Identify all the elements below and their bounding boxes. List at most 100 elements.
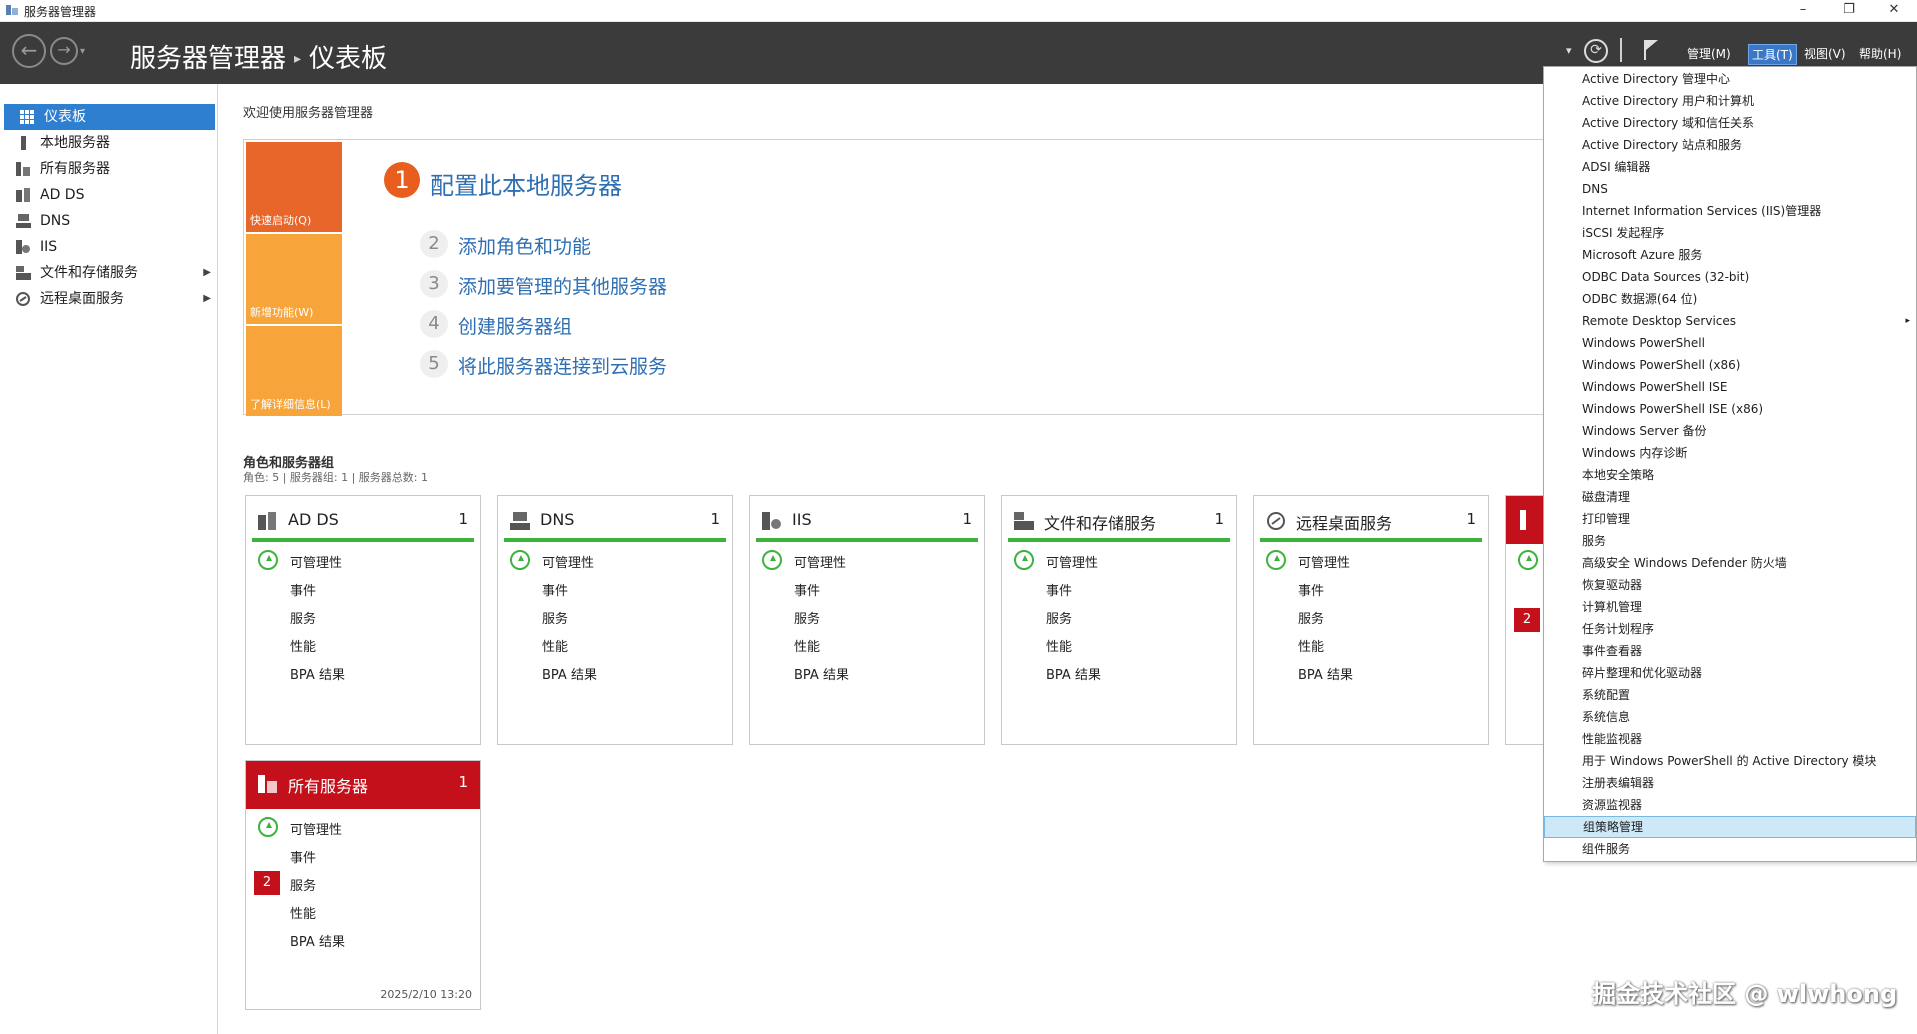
tile-row-services[interactable]: 服务 <box>542 608 568 627</box>
menu-item-system-configuration[interactable]: 系统配置 <box>1544 684 1916 706</box>
sidebar-item-all-servers[interactable]: 所有服务器 <box>0 156 217 182</box>
tile-row-bpa[interactable]: BPA 结果 <box>1046 664 1101 683</box>
menu-item-ad-sites-services[interactable]: Active Directory 站点和服务 <box>1544 134 1916 156</box>
tile-row-performance[interactable]: 性能 <box>290 903 316 922</box>
tile-row-events[interactable]: 事件 <box>1298 580 1324 599</box>
tile-row-services[interactable]: 服务 <box>1046 608 1072 627</box>
tile-row-bpa[interactable]: BPA 结果 <box>542 664 597 683</box>
step-link[interactable]: 配置此本地服务器 <box>430 166 622 201</box>
breadcrumb-app[interactable]: 服务器管理器 <box>130 44 286 74</box>
menu-item-powershell-x86[interactable]: Windows PowerShell (x86) <box>1544 354 1916 376</box>
tile-header[interactable]: 文件和存储服务 1 <box>1008 502 1230 542</box>
alert-count-badge[interactable]: 2 <box>1514 608 1540 632</box>
sidebar-item-remote-desktop[interactable]: 远程桌面服务 ▶ <box>0 286 217 312</box>
tile-row-performance[interactable]: 性能 <box>542 636 568 655</box>
step-link[interactable]: 添加要管理的其他服务器 <box>458 272 667 299</box>
tab-learn-more[interactable]: 了解详细信息(L) <box>246 326 342 416</box>
step-link[interactable]: 将此服务器连接到云服务 <box>458 352 667 379</box>
menu-item-component-services[interactable]: 组件服务 <box>1544 838 1916 860</box>
tile-row-manageability[interactable]: 可管理性 <box>1046 552 1098 571</box>
menu-item-ad-users-computers[interactable]: Active Directory 用户和计算机 <box>1544 90 1916 112</box>
tile-row-services[interactable]: 服务 <box>290 608 316 627</box>
sidebar-item-dashboard[interactable]: 仪表板 <box>4 104 215 130</box>
tab-quick-start[interactable]: 快速启动(Q) <box>246 142 342 232</box>
menu-item-performance-monitor[interactable]: 性能监视器 <box>1544 728 1916 750</box>
tile-row-performance[interactable]: 性能 <box>1298 636 1324 655</box>
menu-item-disk-cleanup[interactable]: 磁盘清理 <box>1544 486 1916 508</box>
menu-view[interactable]: 视图(V) <box>1801 44 1849 63</box>
menu-item-event-viewer[interactable]: 事件查看器 <box>1544 640 1916 662</box>
refresh-icon[interactable]: ⟳ <box>1584 39 1608 63</box>
menu-item-server-backup[interactable]: Windows Server 备份 <box>1544 420 1916 442</box>
back-arrow-icon[interactable]: ← <box>12 34 46 68</box>
role-tile-dns[interactable]: DNS 1 可管理性 事件 服务 性能 BPA 结果 <box>497 495 733 745</box>
tile-row-performance[interactable]: 性能 <box>794 636 820 655</box>
menu-item-odbc-64[interactable]: ODBC 数据源(64 位) <box>1544 288 1916 310</box>
menu-item-dns[interactable]: DNS <box>1544 178 1916 200</box>
tile-row-bpa[interactable]: BPA 结果 <box>290 664 345 683</box>
tile-row-bpa[interactable]: BPA 结果 <box>290 931 345 950</box>
tile-row-events[interactable]: 事件 <box>290 847 316 866</box>
menu-item-ad-domains-trusts[interactable]: Active Directory 域和信任关系 <box>1544 112 1916 134</box>
history-dropdown-icon[interactable]: ▾ <box>80 46 85 57</box>
role-tile-remote-desktop[interactable]: 远程桌面服务 1 可管理性 事件 服务 性能 BPA 结果 <box>1253 495 1489 745</box>
dropdown-caret-icon[interactable]: ▾ <box>1566 44 1572 57</box>
tile-header[interactable]: 所有服务器 1 <box>246 761 480 809</box>
alert-count-badge[interactable]: 2 <box>254 871 280 895</box>
tile-header[interactable]: AD DS 1 <box>252 502 474 542</box>
tile-row-services[interactable]: 服务 <box>794 608 820 627</box>
tile-row-performance[interactable]: 性能 <box>1046 636 1072 655</box>
sidebar-item-dns[interactable]: DNS <box>0 208 217 234</box>
tile-row-performance[interactable]: 性能 <box>290 636 316 655</box>
menu-manage[interactable]: 管理(M) <box>1684 44 1734 63</box>
menu-item-ad-admin-center[interactable]: Active Directory 管理中心 <box>1544 68 1916 90</box>
step-link[interactable]: 创建服务器组 <box>458 312 572 339</box>
menu-item-odbc-32[interactable]: ODBC Data Sources (32-bit) <box>1544 266 1916 288</box>
menu-item-powershell-ise-x86[interactable]: Windows PowerShell ISE (x86) <box>1544 398 1916 420</box>
notifications-flag-icon[interactable] <box>1642 38 1660 62</box>
menu-item-defragment[interactable]: 碎片整理和优化驱动器 <box>1544 662 1916 684</box>
tile-row-manageability[interactable]: 可管理性 <box>794 552 846 571</box>
menu-item-task-scheduler[interactable]: 任务计划程序 <box>1544 618 1916 640</box>
step-link[interactable]: 添加角色和功能 <box>458 232 591 259</box>
menu-item-powershell[interactable]: Windows PowerShell <box>1544 332 1916 354</box>
menu-item-resource-monitor[interactable]: 资源监视器 <box>1544 794 1916 816</box>
menu-item-local-security-policy[interactable]: 本地安全策略 <box>1544 464 1916 486</box>
menu-item-registry-editor[interactable]: 注册表编辑器 <box>1544 772 1916 794</box>
menu-item-defender-firewall[interactable]: 高级安全 Windows Defender 防火墙 <box>1544 552 1916 574</box>
role-tile-all-servers[interactable]: 所有服务器 1 可管理性 事件 2 服务 性能 BPA 结果 2025/2/10… <box>245 760 481 1010</box>
tile-header[interactable]: DNS 1 <box>504 502 726 542</box>
sidebar-item-local-server[interactable]: 本地服务器 <box>0 130 217 156</box>
tile-row-services[interactable]: 服务 <box>290 875 316 894</box>
menu-help[interactable]: 帮助(H) <box>1856 44 1904 63</box>
tile-row-events[interactable]: 事件 <box>542 580 568 599</box>
tile-row-events[interactable]: 事件 <box>1046 580 1072 599</box>
menu-item-system-information[interactable]: 系统信息 <box>1544 706 1916 728</box>
tile-row-manageability[interactable]: 可管理性 <box>290 819 342 838</box>
expand-arrow-icon[interactable]: ▶ <box>203 260 211 286</box>
sidebar-item-file-storage[interactable]: 文件和存储服务 ▶ <box>0 260 217 286</box>
tile-header[interactable]: 远程桌面服务 1 <box>1260 502 1482 542</box>
menu-item-ad-powershell-module[interactable]: 用于 Windows PowerShell 的 Active Directory… <box>1544 750 1916 772</box>
tile-row-events[interactable]: 事件 <box>794 580 820 599</box>
role-tile-iis[interactable]: IIS 1 可管理性 事件 服务 性能 BPA 结果 <box>749 495 985 745</box>
tile-row-bpa[interactable]: BPA 结果 <box>1298 664 1353 683</box>
tile-row-services[interactable]: 服务 <box>1298 608 1324 627</box>
menu-tools[interactable]: 工具(T) <box>1748 44 1797 65</box>
menu-item-memory-diagnostic[interactable]: Windows 内存诊断 <box>1544 442 1916 464</box>
menu-item-powershell-ise[interactable]: Windows PowerShell ISE <box>1544 376 1916 398</box>
tile-row-manageability[interactable]: 可管理性 <box>1298 552 1350 571</box>
close-button[interactable]: ✕ <box>1871 0 1917 22</box>
tile-row-manageability[interactable]: 可管理性 <box>290 552 342 571</box>
menu-item-azure-services[interactable]: Microsoft Azure 服务 <box>1544 244 1916 266</box>
minimize-button[interactable]: – <box>1780 0 1826 22</box>
role-tile-ad-ds[interactable]: AD DS 1 可管理性 事件 服务 性能 BPA 结果 <box>245 495 481 745</box>
menu-item-recovery-drive[interactable]: 恢复驱动器 <box>1544 574 1916 596</box>
role-tile-file-storage[interactable]: 文件和存储服务 1 可管理性 事件 服务 性能 BPA 结果 <box>1001 495 1237 745</box>
menu-item-adsi-edit[interactable]: ADSI 编辑器 <box>1544 156 1916 178</box>
sidebar-item-iis[interactable]: IIS <box>0 234 217 260</box>
forward-arrow-icon[interactable]: → <box>50 37 78 65</box>
menu-item-print-management[interactable]: 打印管理 <box>1544 508 1916 530</box>
menu-item-iis-manager[interactable]: Internet Information Services (IIS)管理器 <box>1544 200 1916 222</box>
menu-item-remote-desktop-services[interactable]: Remote Desktop Services ▸ <box>1544 310 1916 332</box>
